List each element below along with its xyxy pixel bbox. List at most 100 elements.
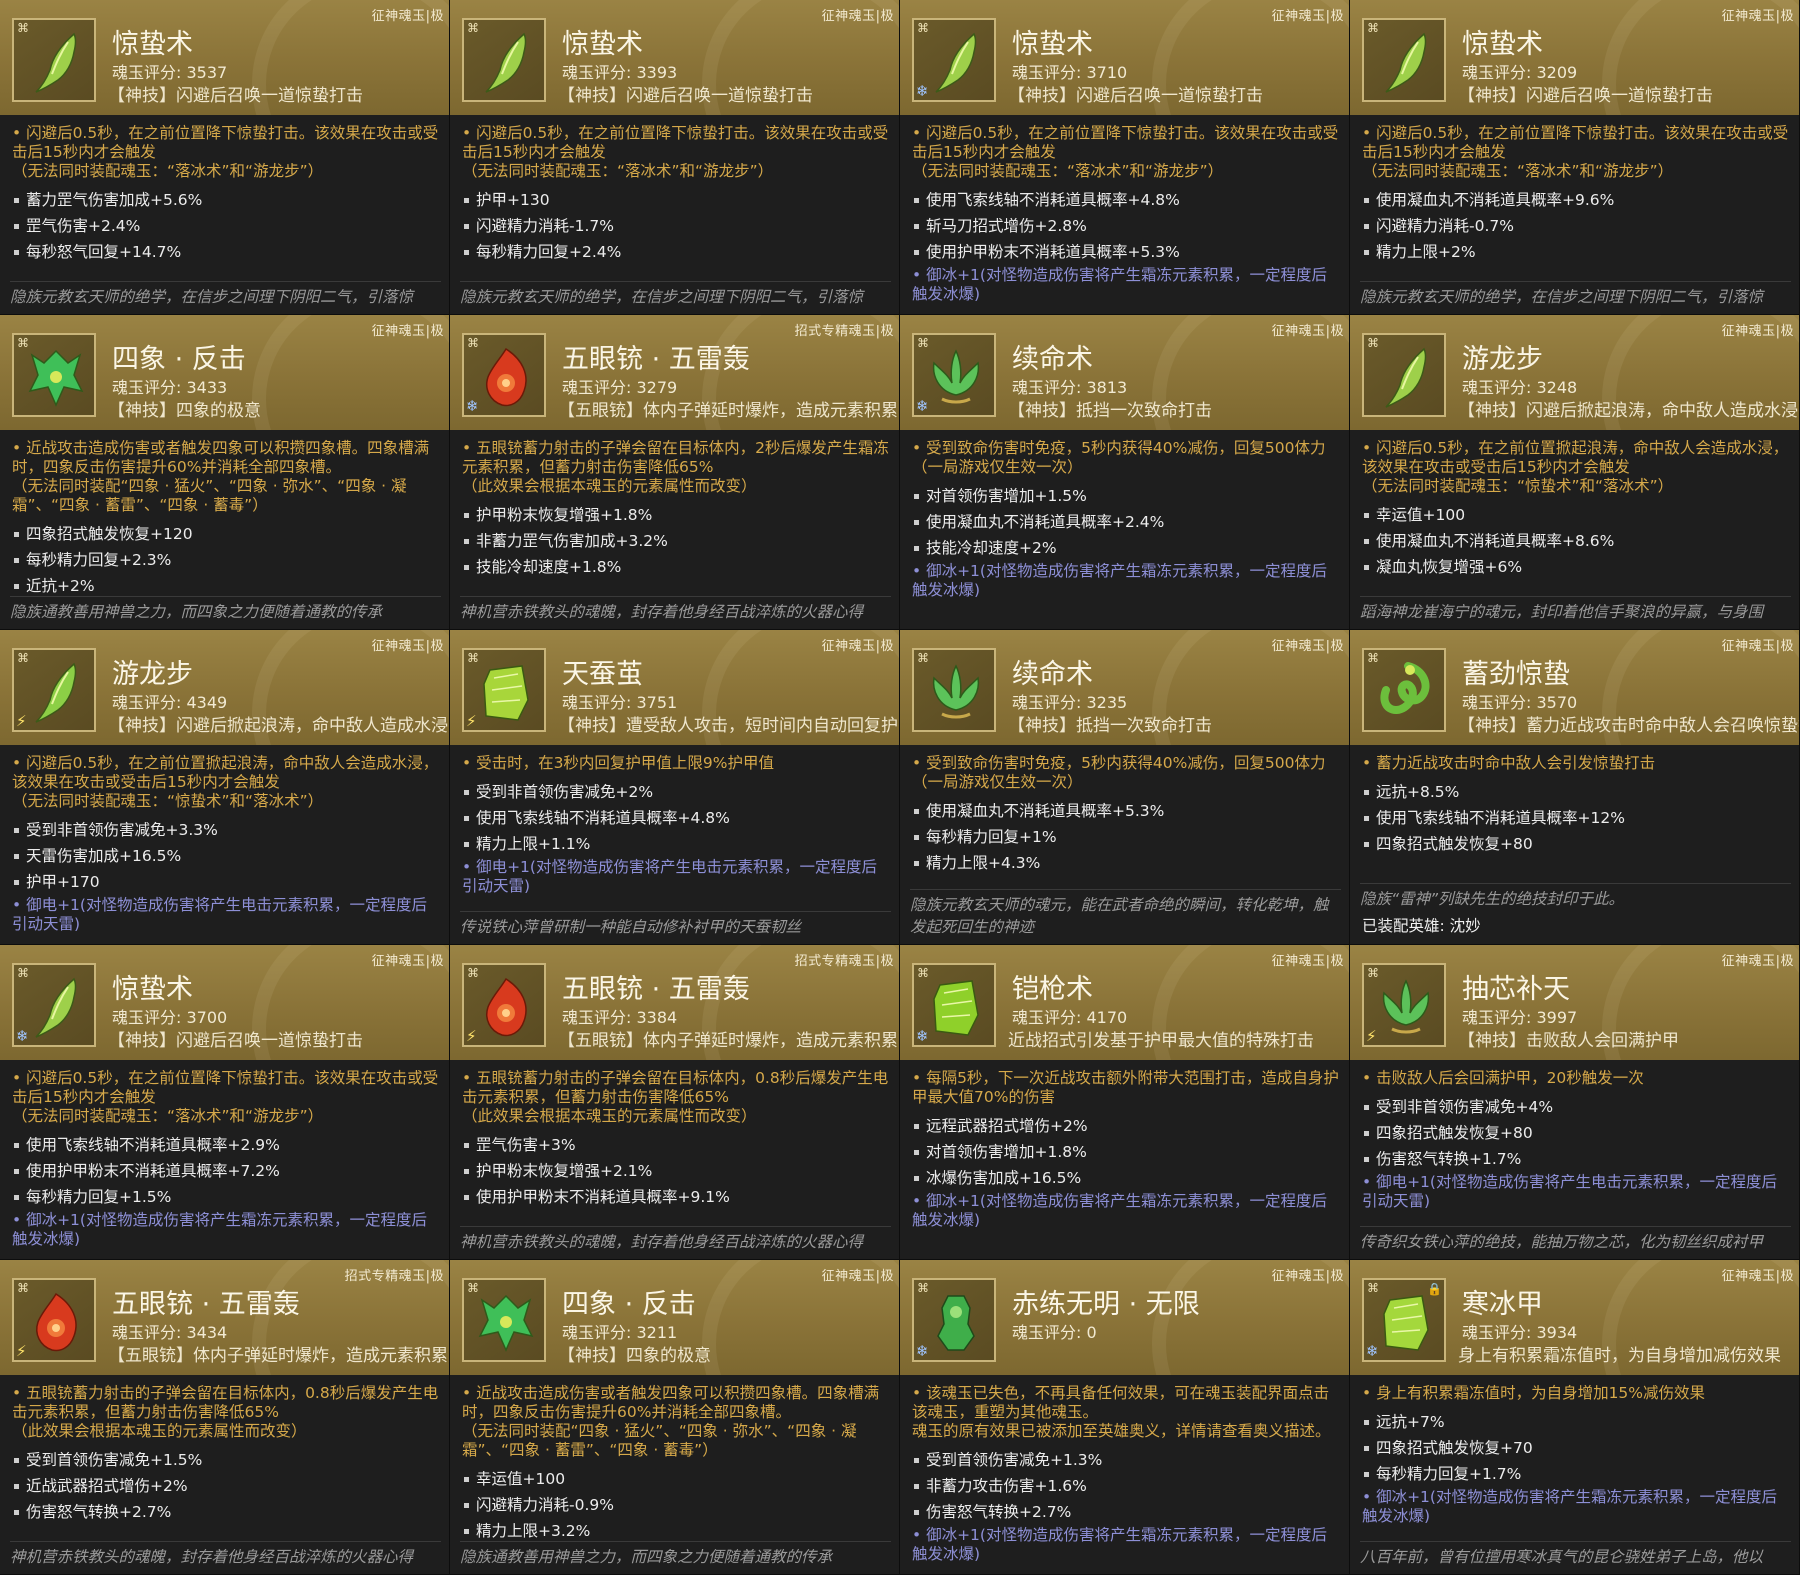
jade-icon-frame[interactable]: ⌘ ❄ <box>912 18 996 102</box>
jade-icon-frame[interactable]: ⌘ <box>12 333 96 417</box>
soul-jade-card[interactable]: 征神魂玉|极 ⌘ ❄ 🔒 寒冰甲 魂玉评分: 3934 身上有积累霜冻值时，为自身增加减伤效… <box>1350 1260 1800 1575</box>
card-header: 招式专精魂玉|极 ⌘ ⚡ 五眼铳 · 五雷轰 魂玉评分: 3434 【五眼铳】体内子弹延时… <box>0 1260 449 1375</box>
lore-text: 神机营赤铁教头的魂魄，封存着他身经百战淬炼的火器心得 <box>10 1541 441 1568</box>
jade-icon-frame[interactable]: ⌘ ⚡ <box>12 648 96 732</box>
stat-list: 受到首领伤害减免+1.3% 非蓄力攻击伤害+1.6% 伤害怒气转换+2.7% <box>912 1447 1340 1525</box>
soul-jade-card[interactable]: 征神魂玉|极 ⌘ ❄ 赤练无明 · 无限 魂玉评分: 0 • 该魂玉已失色，不再具备任何效… <box>900 1260 1350 1575</box>
jade-icon-frame[interactable]: ⌘ <box>462 18 546 102</box>
jade-skill: 【神技】蓄力近战攻击时命中敌人会召唤惊蛰打击 <box>1458 716 1800 736</box>
lore-text: 传奇织女铁心萍的绝技，能抽万物之芯，化为韧丝织成衬甲 <box>1360 1226 1791 1253</box>
stat-list: 四象招式触发恢复+120 每秒精力回复+2.3% 近抗+2% <box>12 521 440 599</box>
lore-text: 神机营赤铁教头的魂魄，封存着他身经百战淬炼的火器心得 <box>460 596 891 623</box>
stat-list: 罡气伤害+3% 护甲粉末恢复增强+2.1% 使用护甲粉末不消耗道具概率+9.1% <box>462 1132 890 1210</box>
soul-jade-card[interactable]: 征神魂玉|极 ⌘ ❄ 铠枪术 魂玉评分: 4170 近战招式引发基于护甲最大值的特殊打击 •… <box>900 945 1350 1260</box>
jade-icon-frame[interactable]: ⌘ <box>1362 333 1446 417</box>
grade-label: 征神魂玉|极 <box>1721 1269 1794 1284</box>
card-header: 招式专精魂玉|极 ⌘ ❄ 五眼铳 · 五雷轰 魂玉评分: 3279 【五眼铳】体内子弹延时… <box>450 315 899 430</box>
jade-icon-frame[interactable]: ⌘ ❄ <box>912 1278 996 1362</box>
lore-text: 隐族元教玄天师的魂元，能在武者命绝的瞬间，转化乾坤，触发起死回生的神迹 <box>910 889 1341 938</box>
soul-jade-card[interactable]: 征神魂玉|极 ⌘ 惊蛰术 魂玉评分: 3209 【神技】闪避后召唤一道惊蛰打击 • 闪避后… <box>1350 0 1800 315</box>
soul-jade-card[interactable]: 征神魂玉|极 ⌘ ⚡ 抽芯补天 魂玉评分: 3997 【神技】击败敌人会回满护甲 • 击败敌… <box>1350 945 1800 1260</box>
soul-jade-card[interactable]: 征神魂玉|极 ⌘ ⚡ 游龙步 魂玉评分: 4349 【神技】闪避后掀起浪涛，命中敌人造成水… <box>0 630 450 945</box>
soul-jade-card[interactable]: 征神魂玉|极 ⌘ ❄ 惊蛰术 魂玉评分: 3700 【神技】闪避后召唤一道惊蛰打击 • 闪避… <box>0 945 450 1260</box>
jade-icon-frame[interactable]: ⌘ <box>1362 648 1446 732</box>
card-header: 招式专精魂玉|极 ⌘ ⚡ 五眼铳 · 五雷轰 魂玉评分: 3384 【五眼铳】体内子弹延时… <box>450 945 899 1060</box>
jade-score: 魂玉评分: 4349 <box>112 693 228 712</box>
stat-item: 受到非首领伤害减免+2% <box>462 779 890 805</box>
jade-icon-frame[interactable]: ⌘ ❄ 🔒 <box>1362 1278 1446 1362</box>
soul-jade-card[interactable]: 征神魂玉|极 ⌘ 惊蛰术 魂玉评分: 3393 【神技】闪避后召唤一道惊蛰打击 • 闪避后… <box>450 0 900 315</box>
soul-jade-card[interactable]: 征神魂玉|极 ⌘ 续命术 魂玉评分: 3235 【神技】抵挡一次致命打击 • 受到致命伤害… <box>900 630 1350 945</box>
jade-skill: 【神技】闪避后召唤一道惊蛰打击 <box>558 86 813 106</box>
soul-jade-card[interactable]: 征神魂玉|极 ⌘ 四象 · 反击 魂玉评分: 3433 【神技】四象的极意 • 近战攻击造… <box>0 315 450 630</box>
card-header: 征神魂玉|极 ⌘ ❄ 惊蛰术 魂玉评分: 3700 【神技】闪避后召唤一道惊蛰打击 <box>0 945 449 1060</box>
soul-jade-card[interactable]: 征神魂玉|极 ⌘ ⚡ 天蚕茧 魂玉评分: 3751 【神技】遭受敌人攻击，短时间内自动回复… <box>450 630 900 945</box>
card-header: 征神魂玉|极 ⌘ ⚡ 游龙步 魂玉评分: 4349 【神技】闪避后掀起浪涛，命中敌人造成水… <box>0 630 449 745</box>
jade-icon-frame[interactable]: ⌘ <box>462 1278 546 1362</box>
soul-jade-card[interactable]: 招式专精魂玉|极 ⌘ ❄ 五眼铳 · 五雷轰 魂玉评分: 3279 【五眼铳】体内子弹延时… <box>450 315 900 630</box>
stat-item: 使用飞索线轴不消耗道具概率+2.9% <box>12 1132 440 1158</box>
jade-title: 续命术 <box>1012 344 1093 375</box>
stat-item: 使用凝血丸不消耗道具概率+8.6% <box>1362 528 1790 554</box>
jade-icon-frame[interactable]: ⌘ ⚡ <box>462 963 546 1047</box>
stat-item: 每秒精力回复+1.7% <box>1362 1461 1790 1487</box>
jade-icon-frame[interactable]: ⌘ ❄ <box>912 333 996 417</box>
stat-item: 精力上限+4.3% <box>912 850 1340 876</box>
jade-icon-frame[interactable]: ⌘ ❄ <box>12 963 96 1047</box>
stat-item: 闪避精力消耗-0.7% <box>1362 213 1790 239</box>
jade-score: 魂玉评分: 3434 <box>112 1323 228 1342</box>
soul-jade-card[interactable]: 征神魂玉|极 ⌘ 惊蛰术 魂玉评分: 3537 【神技】闪避后召唤一道惊蛰打击 • 闪避后… <box>0 0 450 315</box>
jade-icon-frame[interactable]: ⌘ ⚡ <box>462 648 546 732</box>
jade-icon-frame[interactable]: ⌘ <box>1362 18 1446 102</box>
effect-description: • 受到致命伤害时免疫，5秒内获得40%减伤，回复500体力 （一局游戏仅生效一… <box>912 754 1326 791</box>
jade-icon-frame[interactable]: ⌘ <box>12 18 96 102</box>
effect-description: • 受击时，在3秒内回复护甲值上限9%护甲值 <box>462 754 775 772</box>
soul-jade-card[interactable]: 招式专精魂玉|极 ⌘ ⚡ 五眼铳 · 五雷轰 魂玉评分: 3434 【五眼铳】体内子弹延时… <box>0 1260 450 1575</box>
jade-icon-frame[interactable]: ⌘ ⚡ <box>1362 963 1446 1047</box>
jade-score: 魂玉评分: 3211 <box>562 1323 678 1342</box>
lightning-icon: ⚡ <box>466 1027 477 1045</box>
effect-description: • 五眼铳蓄力射击的子弹会留在目标体内，2秒后爆发产生霜冻元素积累，但蓄力射击伤… <box>462 439 889 495</box>
element-bonus: • 御冰+1(对怪物造成伤害将产生霜冻元素积累，一定程度后触发冰爆) <box>912 1192 1327 1229</box>
soul-jade-card[interactable]: 征神魂玉|极 ⌘ ❄ 惊蛰术 魂玉评分: 3710 【神技】闪避后召唤一道惊蛰打击 • 闪避… <box>900 0 1350 315</box>
stat-item: 远抗+7% <box>1362 1409 1790 1435</box>
stat-list: 受到非首领伤害减免+2% 使用飞索线轴不消耗道具概率+4.8% 精力上限+1.1% <box>462 779 890 857</box>
jade-title: 四象 · 反击 <box>562 1289 696 1320</box>
soul-jade-card[interactable]: 征神魂玉|极 ⌘ 蓄劲惊蛰 魂玉评分: 3570 【神技】蓄力近战攻击时命中敌人会召唤惊… <box>1350 630 1800 945</box>
stat-item: 受到非首领伤害减免+3.3% <box>12 817 440 843</box>
jade-score: 魂玉评分: 3997 <box>1462 1008 1578 1027</box>
jade-icon-frame[interactable]: ⌘ ❄ <box>912 963 996 1047</box>
stat-item: 对首领伤害增加+1.8% <box>912 1139 1340 1165</box>
soul-jade-card[interactable]: 征神魂玉|极 ⌘ 四象 · 反击 魂玉评分: 3211 【神技】四象的极意 • 近战攻击造… <box>450 1260 900 1575</box>
stat-item: 技能冷却速度+2% <box>912 535 1340 561</box>
soul-jade-grid: 征神魂玉|极 ⌘ 惊蛰术 魂玉评分: 3537 【神技】闪避后召唤一道惊蛰打击 • 闪避后… <box>0 0 1800 1575</box>
lock-icon[interactable]: 🔒 <box>1427 1282 1442 1296</box>
stat-list: 使用飞索线轴不消耗道具概率+4.8% 斩马刀招式增伤+2.8% 使用护甲粉末不消耗道… <box>912 187 1340 265</box>
soul-jade-card[interactable]: 招式专精魂玉|极 ⌘ ⚡ 五眼铳 · 五雷轰 魂玉评分: 3384 【五眼铳】体内子弹延时… <box>450 945 900 1260</box>
soul-jade-card[interactable]: 征神魂玉|极 ⌘ ❄ 续命术 魂玉评分: 3813 【神技】抵挡一次致命打击 • 受到致命伤… <box>900 315 1350 630</box>
stat-item: 使用凝血丸不消耗道具概率+2.4% <box>912 509 1340 535</box>
grade-label: 招式专精魂玉|极 <box>344 1269 444 1284</box>
jade-icon-frame[interactable]: ⌘ <box>912 648 996 732</box>
jade-icon-frame[interactable]: ⌘ ❄ <box>462 333 546 417</box>
card-header: 征神魂玉|极 ⌘ 四象 · 反击 魂玉评分: 3211 【神技】四象的极意 <box>450 1260 899 1375</box>
card-header: 征神魂玉|极 ⌘ ❄ 铠枪术 魂玉评分: 4170 近战招式引发基于护甲最大值的特殊打击 <box>900 945 1349 1060</box>
jade-title: 蓄劲惊蛰 <box>1462 659 1570 690</box>
jade-skill: 身上有积累霜冻值时，为自身增加减伤效果 <box>1458 1346 1781 1366</box>
jade-icon-frame[interactable]: ⌘ ⚡ <box>12 1278 96 1362</box>
soul-jade-card[interactable]: 征神魂玉|极 ⌘ 游龙步 魂玉评分: 3248 【神技】闪避后掀起浪涛，命中敌人造成水浸… <box>1350 315 1800 630</box>
card-header: 征神魂玉|极 ⌘ ⚡ 抽芯补天 魂玉评分: 3997 【神技】击败敌人会回满护甲 <box>1350 945 1799 1060</box>
effect-description: • 闪避后0.5秒，在之前位置降下惊蛰打击。该效果在攻击或受击后15秒内才会触发… <box>1362 124 1789 180</box>
grade-label: 征神魂玉|极 <box>1721 9 1794 24</box>
effect-description: • 近战攻击造成伤害或者触发四象可以积攒四象槽。四象槽满时，四象反击伤害提升60… <box>12 439 430 514</box>
jade-skill: 【神技】四象的极意 <box>558 1346 711 1366</box>
jade-title: 惊蛰术 <box>112 974 193 1005</box>
grade-label: 征神魂玉|极 <box>371 9 444 24</box>
jade-title: 铠枪术 <box>1012 974 1093 1005</box>
jade-title: 天蚕茧 <box>562 659 643 690</box>
jade-title: 五眼铳 · 五雷轰 <box>112 1289 300 1320</box>
jade-score: 魂玉评分: 3700 <box>112 1008 228 1027</box>
stat-item: 使用飞索线轴不消耗道具概率+4.8% <box>462 805 890 831</box>
lore-text: 隐族元教玄天师的绝学，在信步之间理下阴阳二气，引落惊 <box>460 281 891 308</box>
jade-score: 魂玉评分: 3209 <box>1462 63 1578 82</box>
